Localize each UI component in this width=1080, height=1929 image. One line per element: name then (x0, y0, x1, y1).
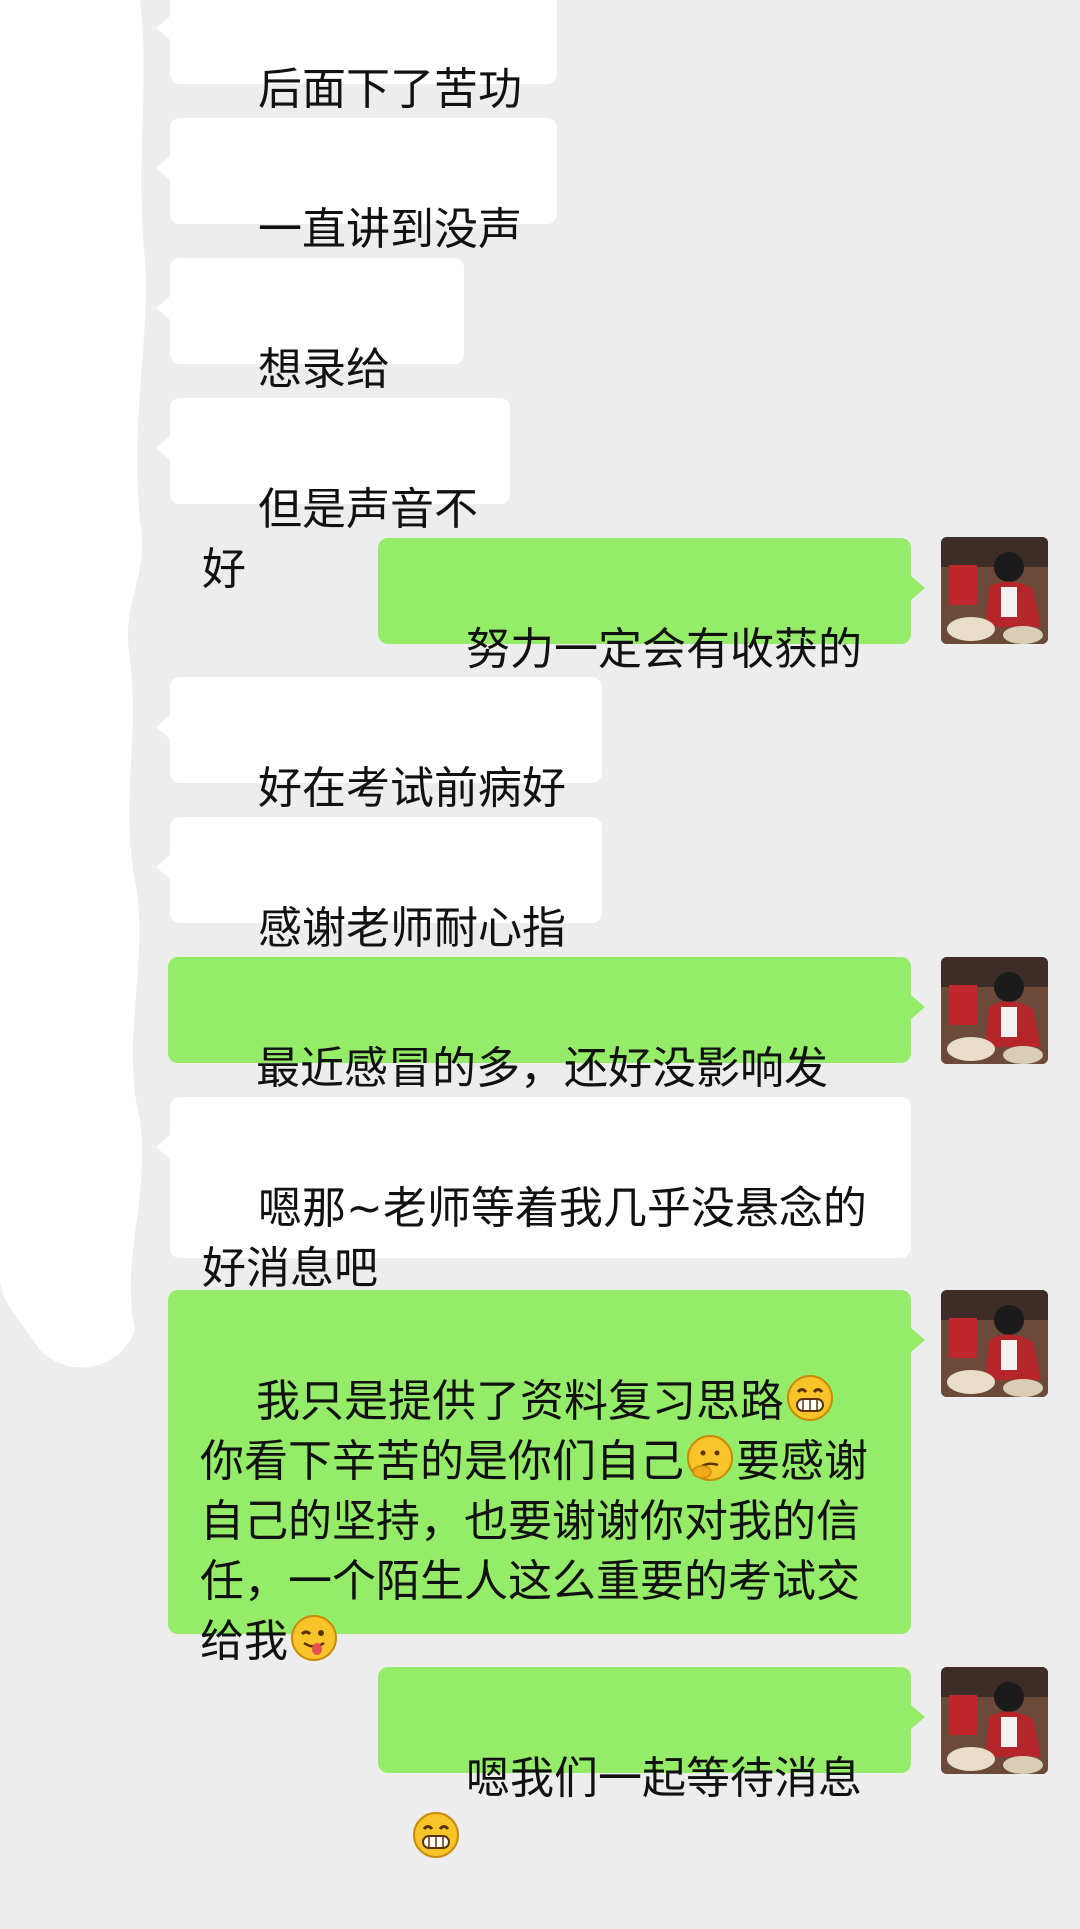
thinking-emoji-icon (686, 1434, 734, 1482)
incoming-message-bubble[interactable]: 感谢老师耐心指导 (156, 817, 602, 1014)
message-text: 嗯那~老师等着我几乎没悬念的好消息吧 (202, 1183, 867, 1294)
message-text: 嗯我们一起等待消息 (465, 1753, 862, 1804)
outgoing-message-bubble[interactable]: 我只是提供了资料复习思路你看下辛苦的是你们自己 要感谢自己的坚持，也要谢谢你对我的… (168, 1290, 925, 1667)
message-text: 努力一定会有收获的 (465, 624, 862, 675)
chat-message-list[interactable]: 后面下了苦功了 一直讲到没声音 想录给你听 但是声音不好 努力一定会有收获的 好… (0, 0, 1080, 1858)
incoming-message-bubble[interactable]: 一直讲到没声音 (156, 118, 557, 315)
incoming-message-bubble[interactable]: 但是声音不好 (156, 398, 510, 595)
grin-emoji-icon (412, 1811, 460, 1859)
incoming-message-bubble[interactable]: 好在考试前病好了 (156, 677, 602, 874)
message-text-segment: 你看下辛苦的是你们自己 (200, 1436, 684, 1487)
avatar-photo (941, 537, 1048, 644)
outgoing-message-bubble[interactable]: 最近感冒的多，还好没影响发挥。 (168, 957, 925, 1154)
outgoing-message-bubble[interactable]: 嗯我们一起等待消息 (378, 1667, 925, 1858)
user-avatar[interactable] (941, 957, 1048, 1064)
grin-emoji-icon (786, 1374, 834, 1422)
user-avatar[interactable] (941, 1290, 1048, 1397)
avatar-photo (941, 1667, 1048, 1774)
outgoing-message-bubble[interactable]: 努力一定会有收获的 (378, 538, 925, 729)
user-avatar[interactable] (941, 1667, 1048, 1774)
wink-tongue-emoji-icon (290, 1614, 338, 1662)
message-text-segment: 我只是提供了资料复习思路 (255, 1376, 784, 1427)
incoming-message-bubble[interactable]: 后面下了苦功了 (156, 0, 557, 175)
incoming-message-bubble[interactable]: 嗯那~老师等着我几乎没悬念的好消息吧 (156, 1097, 911, 1294)
user-avatar[interactable] (941, 537, 1048, 644)
incoming-message-bubble[interactable]: 想录给你听 (156, 258, 464, 455)
avatar-photo (941, 1290, 1048, 1397)
avatar-photo (941, 957, 1048, 1064)
